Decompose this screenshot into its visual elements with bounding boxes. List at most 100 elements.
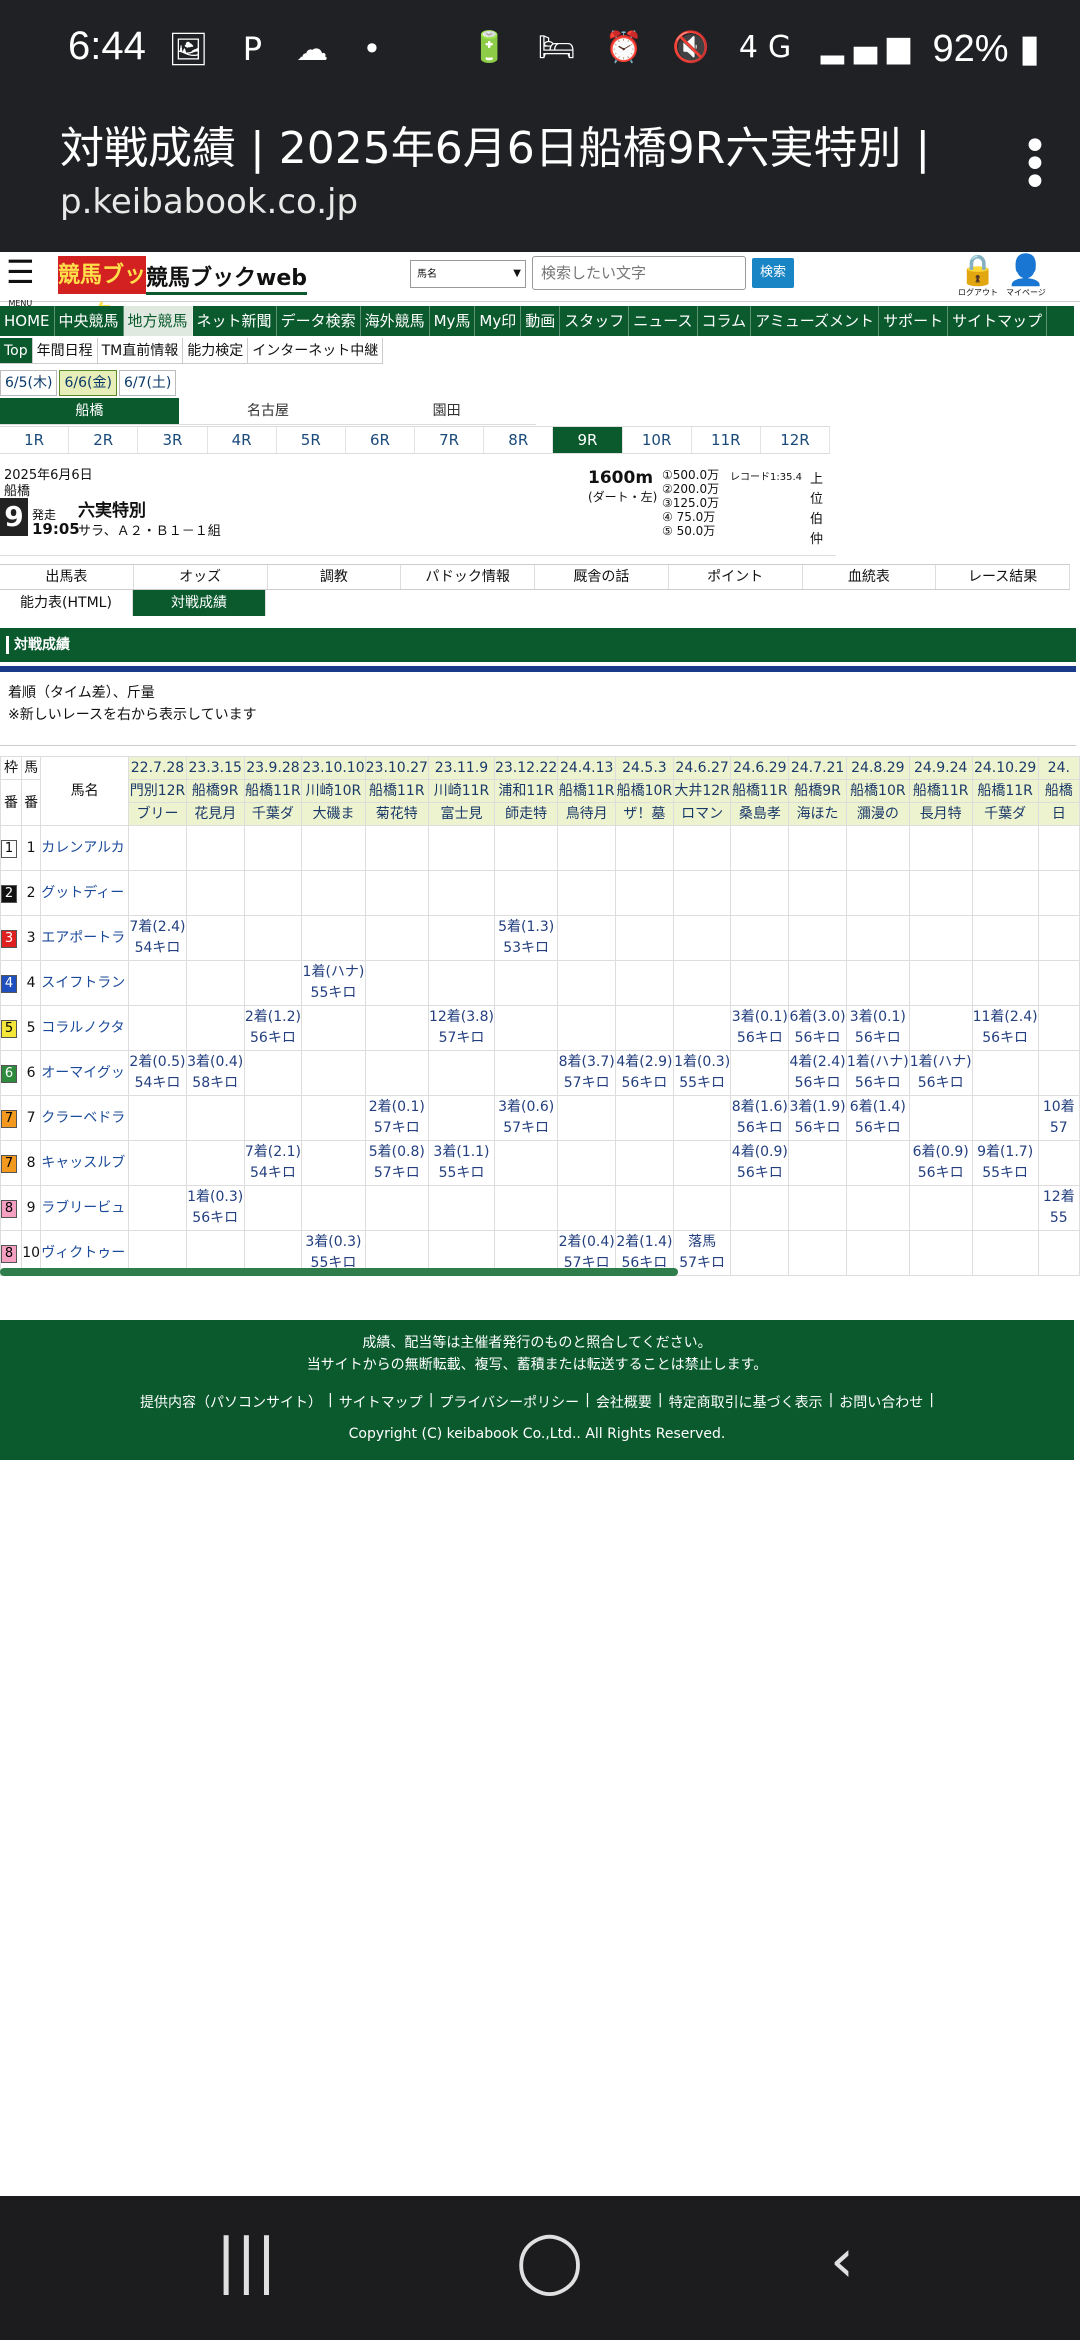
- footer-link-sitemap[interactable]: サイトマップ: [339, 1392, 423, 1412]
- tab-entries[interactable]: 出馬表: [0, 565, 134, 589]
- race-venue-header[interactable]: 船橋11R: [908, 779, 973, 803]
- race-venue-header[interactable]: 大井12R: [672, 779, 732, 803]
- nav-amusement[interactable]: アミューズメント: [751, 306, 880, 336]
- race-name-header[interactable]: 千葉ダ: [243, 802, 303, 826]
- nav-central[interactable]: 中央競馬: [55, 306, 124, 336]
- logout-button[interactable]: 🔒 ログアウト: [958, 254, 998, 298]
- nav-news[interactable]: ニュース: [629, 306, 698, 336]
- race-tab[interactable]: 3R: [138, 427, 208, 453]
- nav-local[interactable]: 地方競馬: [123, 306, 193, 336]
- tab-training[interactable]: 調教: [268, 565, 402, 589]
- race-date-header[interactable]: 23.10.27: [364, 756, 429, 780]
- race-date-header[interactable]: 24.8.29: [845, 756, 910, 780]
- subnav-live[interactable]: インターネット中継: [248, 338, 384, 363]
- race-name-header[interactable]: 日: [1037, 802, 1080, 826]
- subnav-schedule[interactable]: 年間日程: [33, 338, 98, 363]
- race-venue-header[interactable]: 船橋10R: [615, 779, 674, 803]
- nav-support[interactable]: サポート: [879, 306, 949, 336]
- race-tab[interactable]: 11R: [692, 427, 761, 453]
- race-date-header[interactable]: 23.9.28: [243, 756, 303, 780]
- browser-url[interactable]: p.keibabook.co.jp: [60, 182, 358, 222]
- horse-name-link[interactable]: ラブリービュ: [40, 1185, 130, 1231]
- nav-newspaper[interactable]: ネット新聞: [193, 306, 277, 336]
- race-venue-header[interactable]: 船橋9R: [788, 779, 847, 803]
- race-date-header[interactable]: 24.: [1037, 756, 1080, 780]
- footer-link-privacy[interactable]: プライバシーポリシー: [439, 1392, 579, 1412]
- tab-stable-comments[interactable]: 厩舎の話: [535, 565, 669, 589]
- race-date-header[interactable]: 23.10.10: [301, 756, 366, 780]
- date-tab[interactable]: 6/5(木): [0, 370, 58, 396]
- nav-staff[interactable]: スタッフ: [560, 306, 630, 336]
- race-tab[interactable]: 5R: [277, 427, 346, 453]
- race-name-header[interactable]: ロマン: [672, 802, 732, 826]
- race-date-header[interactable]: 24.5.3: [615, 756, 674, 780]
- nav-my-mark[interactable]: My印: [475, 306, 522, 336]
- footer-link-contact[interactable]: お問い合わせ: [839, 1392, 923, 1412]
- race-name-header[interactable]: 鳥待月: [557, 802, 617, 826]
- race-venue-header[interactable]: 船橋11R: [971, 779, 1039, 803]
- home-icon[interactable]: ◯: [516, 2226, 583, 2296]
- race-name-header[interactable]: 長月特: [908, 802, 973, 826]
- race-date-header[interactable]: 24.6.27: [672, 756, 732, 780]
- horse-name-link[interactable]: カレンアルカ: [40, 825, 130, 871]
- tab-paddock[interactable]: パドック情報: [401, 565, 535, 589]
- race-venue-header[interactable]: 船橋: [1037, 779, 1080, 803]
- site-logo[interactable]: 競馬ブック: [58, 256, 146, 326]
- nav-home[interactable]: HOME: [0, 306, 55, 336]
- subnav-top[interactable]: Top: [0, 338, 33, 363]
- race-name-header[interactable]: 師走特: [493, 802, 559, 826]
- race-tab[interactable]: 6R: [346, 427, 416, 453]
- race-name-header[interactable]: 千葉ダ: [971, 802, 1039, 826]
- nav-my-horse[interactable]: My馬: [430, 306, 476, 336]
- race-date-header[interactable]: 24.4.13: [557, 756, 617, 780]
- tab-points[interactable]: ポイント: [669, 565, 803, 589]
- race-venue-header[interactable]: 浦和11R: [493, 779, 559, 803]
- nav-overseas[interactable]: 海外競馬: [361, 306, 430, 336]
- footer-link-company[interactable]: 会社概要: [596, 1392, 652, 1412]
- head-to-head-table[interactable]: 枠馬馬名 22.7.28 23.3.15 23.9.28 23.10.10 23.10.2…: [0, 756, 1080, 1286]
- race-name-header[interactable]: 大磯ま: [301, 802, 366, 826]
- tab-pedigree[interactable]: 血統表: [803, 565, 937, 589]
- race-tab[interactable]: 10R: [623, 427, 692, 453]
- race-venue-header[interactable]: 川崎11R: [427, 779, 495, 803]
- race-tab[interactable]: 2R: [69, 427, 139, 453]
- nav-sitemap[interactable]: サイトマップ: [948, 306, 1048, 336]
- subnav-tm-info[interactable]: TM直前情報: [98, 338, 184, 363]
- race-venue-header[interactable]: 船橋11R: [243, 779, 303, 803]
- venue-tab[interactable]: 園田: [357, 398, 536, 424]
- search-type-select[interactable]: 馬名 ▼: [410, 260, 526, 288]
- horse-name-link[interactable]: クラーベドラ: [40, 1095, 130, 1141]
- race-tab[interactable]: 12R: [761, 427, 831, 453]
- race-tab[interactable]: 8R: [484, 427, 554, 453]
- race-name-header[interactable]: 瀰漫の: [845, 802, 910, 826]
- horse-name-link[interactable]: スイフトラン: [40, 960, 130, 1006]
- race-name-header[interactable]: 桑島孝: [730, 802, 790, 826]
- race-venue-header[interactable]: 門別12R: [128, 779, 187, 803]
- race-date-header[interactable]: 24.6.29: [730, 756, 790, 780]
- horse-name-link[interactable]: コラルノクタ: [40, 1005, 130, 1051]
- race-name-header[interactable]: 菊花特: [364, 802, 429, 826]
- race-tab[interactable]: 1R: [0, 427, 70, 453]
- race-venue-header[interactable]: 船橋10R: [845, 779, 910, 803]
- tab-results[interactable]: レース結果: [936, 565, 1070, 589]
- nav-video[interactable]: 動画: [521, 306, 561, 336]
- site-name[interactable]: 競馬ブックweb: [146, 260, 307, 295]
- subnav-ability-test[interactable]: 能力検定: [183, 338, 249, 363]
- back-icon[interactable]: ‹: [830, 2226, 854, 2296]
- race-venue-header[interactable]: 川崎10R: [301, 779, 366, 803]
- footer-link-commerce[interactable]: 特定商取引に基づく表示: [669, 1392, 823, 1412]
- race-name-header[interactable]: ブリー: [128, 802, 187, 826]
- race-venue-header[interactable]: 船橋11R: [364, 779, 429, 803]
- race-date-header[interactable]: 23.3.15: [185, 756, 245, 780]
- race-name-header[interactable]: 富士見: [427, 802, 495, 826]
- search-button[interactable]: 検索: [752, 258, 794, 288]
- mypage-button[interactable]: 👤 マイページ: [1006, 254, 1046, 298]
- race-date-header[interactable]: 23.11.9: [427, 756, 495, 780]
- race-tab-active[interactable]: 9R: [553, 427, 623, 453]
- tab-ability-table[interactable]: 能力表(HTML): [0, 590, 133, 616]
- horse-name-link[interactable]: グットディー: [40, 870, 130, 916]
- nav-data-search[interactable]: データ検索: [277, 306, 361, 336]
- race-name-header[interactable]: 海ほた: [788, 802, 847, 826]
- race-date-header[interactable]: 23.12.22: [493, 756, 559, 780]
- race-date-header[interactable]: 22.7.28: [128, 756, 187, 780]
